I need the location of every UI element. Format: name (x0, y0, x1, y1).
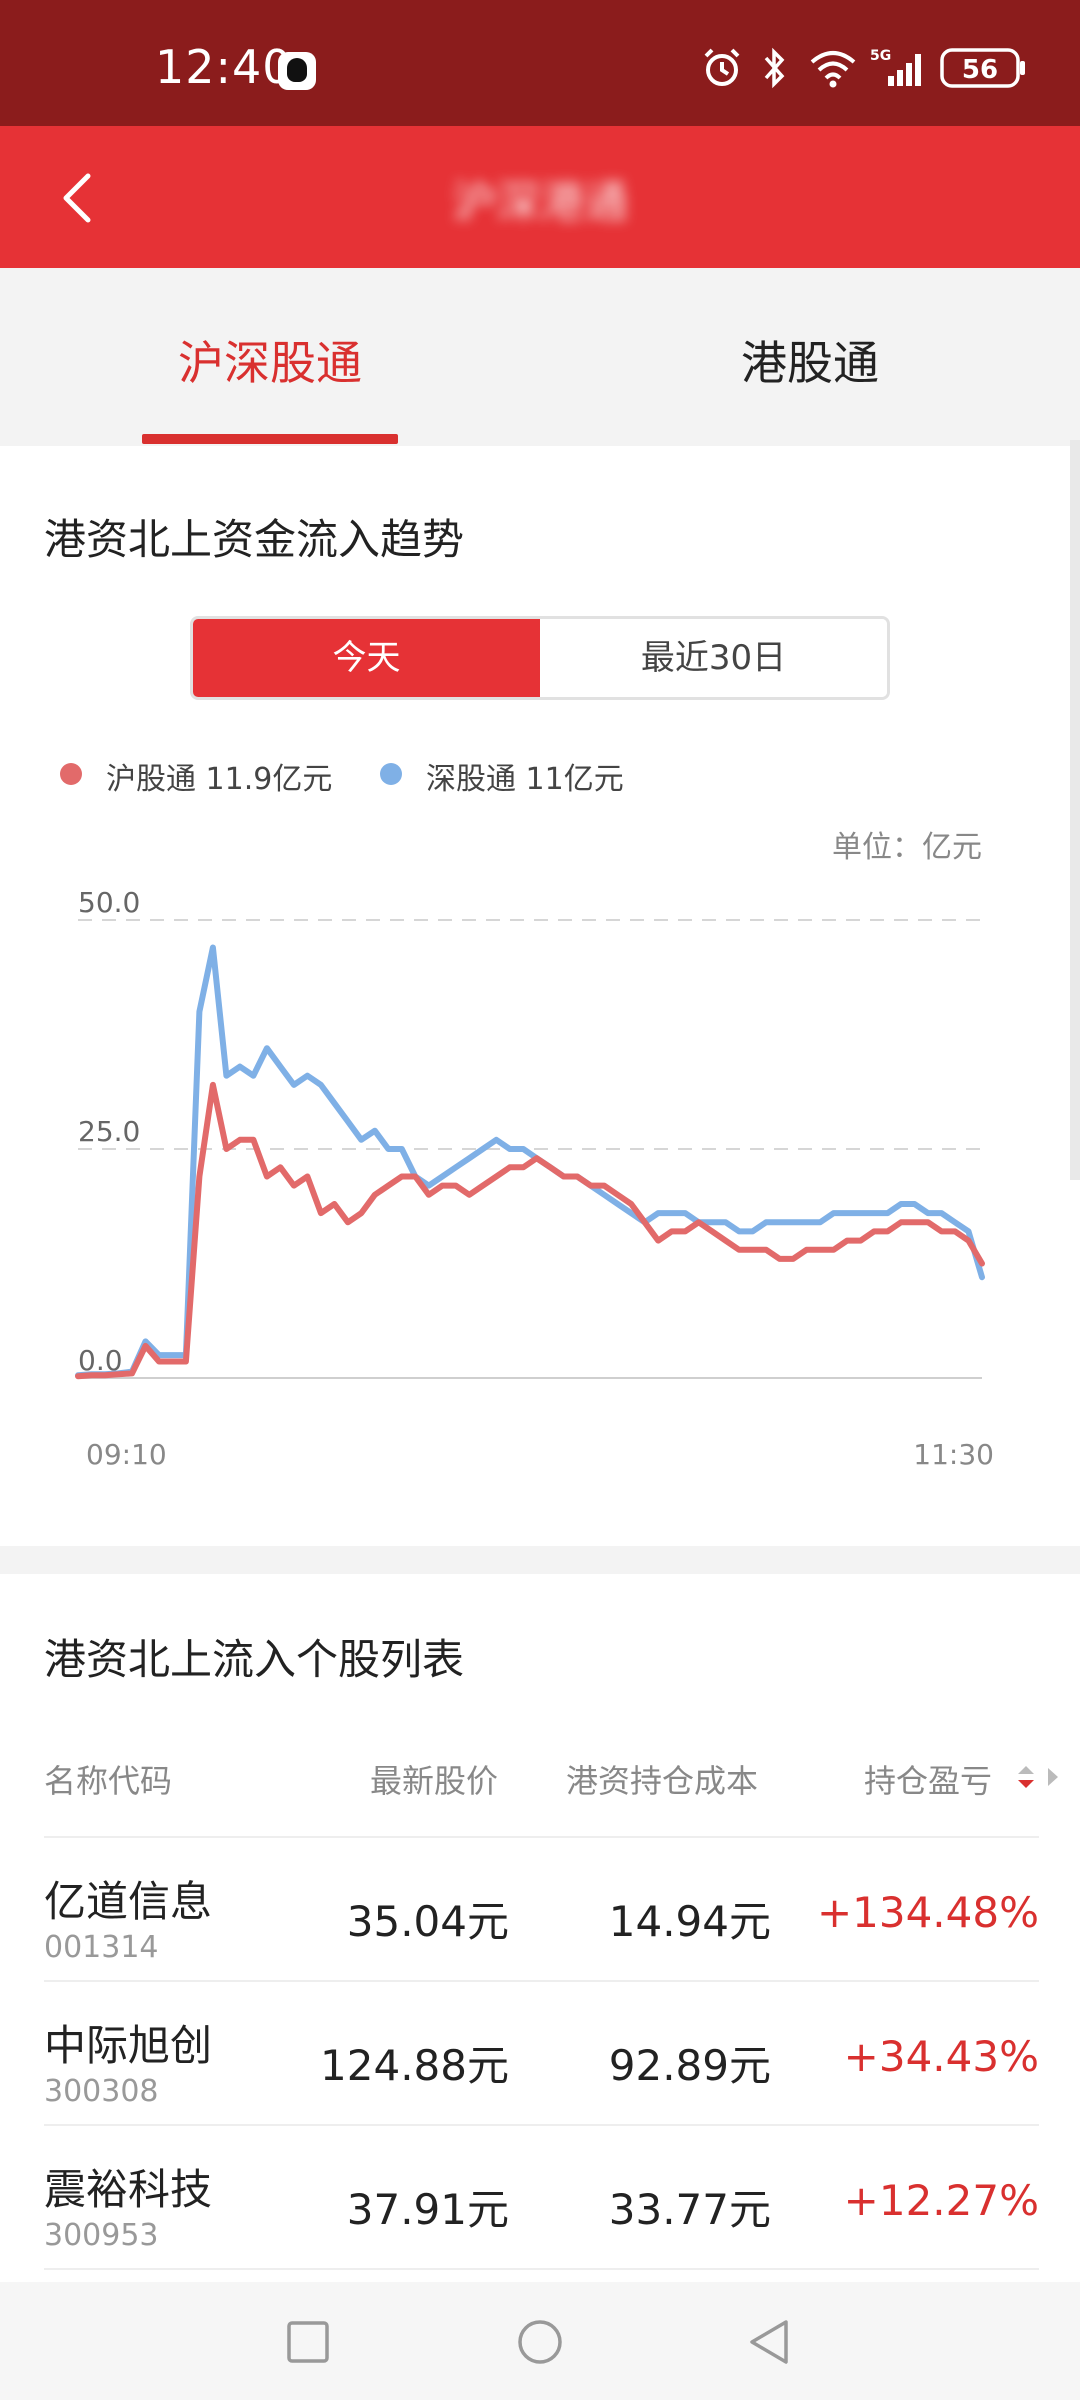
stock-code: 001314 (44, 1930, 159, 1965)
circle-icon[interactable] (516, 2318, 564, 2366)
status-bar: 12:40 5G 56 (0, 0, 1080, 126)
app-header: 沪深港通 (0, 126, 1080, 268)
wifi-icon (810, 51, 856, 88)
cellular-5g-icon: 5G (870, 48, 921, 86)
section-divider (0, 1546, 1080, 1574)
scroll-right-icon[interactable] (1046, 1766, 1060, 1788)
stock-name: 中际旭创 (44, 2021, 213, 2070)
stock-cost: 33.77元 (608, 2185, 771, 2234)
table-row[interactable]: 震裕科技 300953 37.91元 33.77元 +12.27% (44, 2124, 1039, 2268)
table-bottom-border (44, 2268, 1039, 2270)
stock-code: 300308 (44, 2074, 159, 2109)
x-tick-label: 11:30 (913, 1438, 994, 1471)
tab-bar: 沪深股通 港股通 (0, 268, 1080, 446)
legend-dot-hugu (60, 763, 82, 785)
col-header-pnl[interactable]: 持仓盈亏 (864, 1756, 992, 1802)
page-title: 沪深港通 (452, 177, 628, 228)
stock-code: 300953 (44, 2218, 159, 2253)
legend-label-hugu: 沪股通 11.9亿元 (106, 762, 333, 797)
range-selector: 今天 最近30日 (190, 616, 890, 700)
stock-pnl: +134.48% (816, 1888, 1039, 1937)
tab-hushen[interactable]: 沪深股通 (0, 268, 540, 446)
col-header-price: 最新股价 (370, 1762, 499, 1800)
stock-pnl: +12.27% (843, 2176, 1039, 2225)
tab-ganggu[interactable]: 港股通 (540, 268, 1080, 446)
col-header-name: 名称代码 (44, 1762, 173, 1800)
bluetooth-icon (764, 47, 785, 89)
stock-pnl: +34.43% (843, 2032, 1039, 2081)
status-time: 12:40 (155, 40, 293, 94)
square-icon[interactable] (286, 2320, 330, 2364)
battery-level: 56 (962, 55, 998, 85)
stock-price: 35.04元 (346, 1897, 509, 1946)
series-line-hugu (75, 1081, 985, 1380)
col-header-cost: 港资持仓成本 (566, 1762, 759, 1800)
range-today-button[interactable]: 今天 (193, 619, 540, 697)
y-tick-label: 25.0 (78, 1115, 140, 1148)
qq-icon (278, 52, 316, 90)
trend-title: 港资北上资金流入趋势 (44, 515, 465, 564)
stock-list-title: 港资北上流入个股列表 (44, 1635, 465, 1684)
stock-name: 亿道信息 (44, 1877, 213, 1926)
system-nav-bar (0, 2282, 1080, 2400)
alarm-icon (704, 48, 740, 86)
stock-cost: 14.94元 (608, 1897, 771, 1946)
legend-label-shengu: 深股通 11亿元 (426, 762, 624, 797)
stock-name: 震裕科技 (44, 2165, 213, 2214)
battery-icon: 56 (940, 48, 1025, 88)
inflow-trend-chart: 50.025.00.009:10 11:30 (75, 886, 994, 1471)
table-row[interactable]: 中际旭创 300308 124.88元 92.89元 +34.43% (44, 1980, 1039, 2124)
y-tick-label: 50.0 (78, 886, 140, 919)
table-row[interactable]: 亿道信息 001314 35.04元 14.94元 +134.48% (44, 1836, 1039, 1980)
back-triangle-icon[interactable] (746, 2318, 792, 2366)
range-30d-button[interactable]: 最近30日 (540, 619, 887, 697)
legend-dot-shengu (380, 763, 402, 785)
sort-icon[interactable] (1014, 1764, 1038, 1790)
tab-underline (142, 434, 398, 444)
stock-price: 37.91元 (346, 2185, 509, 2234)
unit-label: 单位：亿元 (832, 830, 982, 865)
status-icons: 5G 56 (660, 46, 1080, 96)
stock-cost: 92.89元 (608, 2041, 771, 2090)
x-tick-label: 09:10 (86, 1438, 167, 1471)
network-type-label: 5G (870, 48, 891, 64)
stock-price: 124.88元 (320, 2041, 509, 2090)
